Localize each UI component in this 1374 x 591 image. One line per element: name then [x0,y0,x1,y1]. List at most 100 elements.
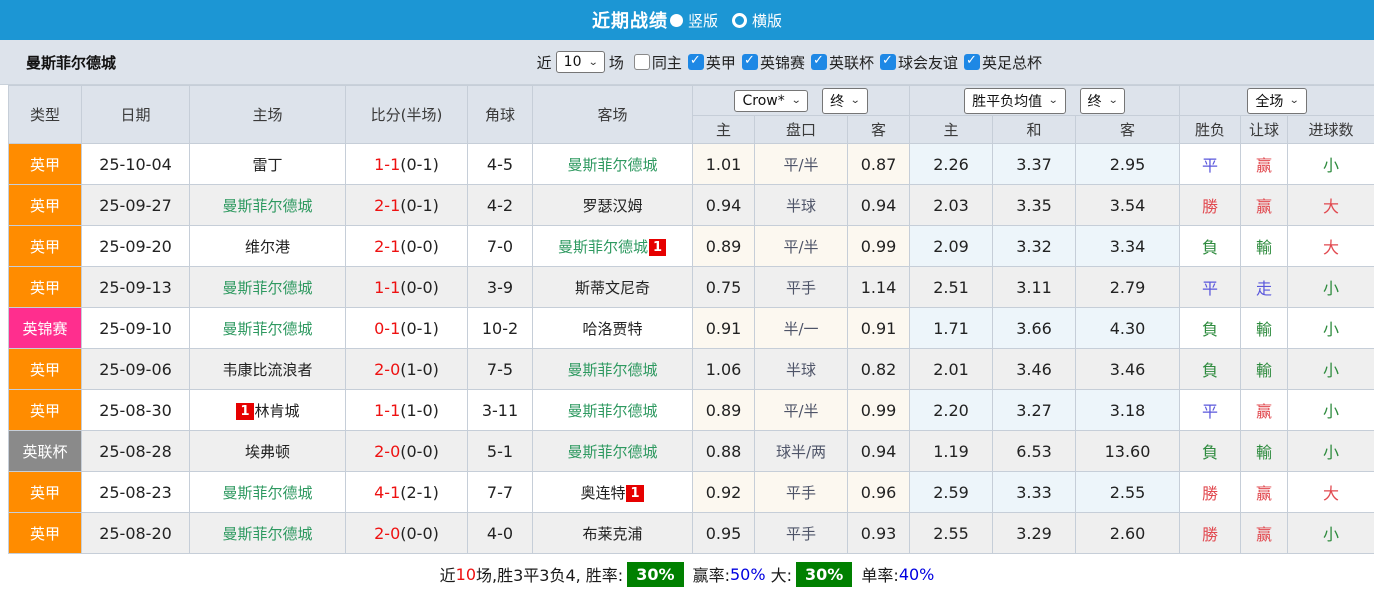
result-cell: 勝 [1179,512,1242,554]
away-team-cell: 曼斯菲尔德城 [532,430,693,472]
avg-away: 3.54 [1075,184,1181,226]
goals-cell: 大 [1287,471,1374,513]
handicap-text: 球半/两 [775,442,827,461]
goals-cell: 大 [1287,225,1374,267]
corner-count: 3-9 [467,266,533,308]
avg-type-select[interactable]: 胜平负均值 ⌄ [964,87,1066,114]
odds-home: 0.88 [692,430,755,472]
bookmaker-time-select[interactable]: 终 ⌄ [822,87,868,114]
footer-segment: 10 [455,564,476,584]
home-team-cell: 韦康比流浪者 [189,348,346,390]
odds-home: 0.92 [692,471,755,513]
team-name: 韦康比流浪者 [222,360,313,379]
odds-away: 0.94 [846,430,911,472]
score-cell: 0-1(0-1) [345,307,468,349]
team-name: 曼斯菲尔德城 [222,319,313,338]
fulltime-score: 2-0 [374,523,401,543]
col-header-odds-away: 客 [846,115,911,144]
result-cell: 平 [1179,389,1242,431]
horizontal-layout-label[interactable]: 横版 [752,10,782,31]
league-label[interactable]: 英足总杯 [982,52,1042,73]
result-cell: 負 [1179,225,1242,267]
avg-time-select[interactable]: 终 ⌄ [1079,87,1125,114]
col-header-result: 胜负 [1179,115,1242,144]
avg-draw: 3.33 [992,471,1077,513]
recent-count-value: 10 [563,54,582,70]
team-name: 罗瑟汉姆 [582,196,643,215]
goals-cell: 小 [1287,307,1374,349]
avg-draw: 3.29 [992,512,1077,554]
chevron-down-icon: ⌄ [1107,95,1118,106]
footer-segment: 50% [729,564,766,584]
odds-dropdown-group: Crow* ⌄ 终 ⌄ [691,85,911,116]
odds-handicap: 平手 [754,471,848,513]
odds-handicap: 半球 [754,184,848,226]
horizontal-layout-radio[interactable] [732,12,747,28]
result-cell: 平 [1179,266,1242,308]
col-header-avg-draw: 和 [992,115,1077,144]
match-row: 英甲 25-09-27 曼斯菲尔德城 2-1(0-1) 4-2 罗瑟汉姆 0.94 半球 0.9… [8,184,1374,226]
recent-results-panel: 近期战绩 竖版 横版 曼斯菲尔德城 近 10 ⌄ 场 同主 英甲英锦赛英联杯球会… [0,0,1374,591]
league-label[interactable]: 球会友谊 [898,52,958,73]
odds-home: 0.89 [692,389,755,431]
avg-draw: 3.35 [992,184,1077,226]
odds-away: 1.14 [846,266,911,308]
scope-select[interactable]: 全场 ⌄ [1247,87,1307,114]
result-cell: 負 [1179,348,1242,390]
recent-count-select[interactable]: 10 ⌄ [555,51,605,73]
col-header-goals: 进球数 [1287,115,1374,144]
odds-home: 0.95 [692,512,755,554]
league-checkbox[interactable] [687,53,704,70]
bookmaker-select[interactable]: Crow* ⌄ [734,89,809,112]
odds-handicap: 平/半 [754,143,848,185]
card-badge: 1 [236,402,254,420]
league-filter-group: 英甲 英锦赛 英联杯 球会友谊 英足总杯 [682,52,1042,73]
team-name: 曼斯菲尔德城 [567,360,658,379]
league-label[interactable]: 英联杯 [829,52,874,73]
away-team-cell: 罗瑟汉姆 [532,184,693,226]
match-row: 英甲 25-08-20 曼斯菲尔德城 2-0(0-0) 4-0 布莱克浦 0.95 平手 0.9… [8,512,1374,554]
score-cell: 1-1(0-0) [345,266,468,308]
odds-away: 0.99 [846,389,911,431]
odds-away: 0.82 [846,348,911,390]
avg-draw: 3.66 [992,307,1077,349]
home-team-cell: 雷丁 [189,143,346,185]
vertical-layout-radio[interactable] [669,13,683,27]
score-cell: 2-0(1-0) [345,348,468,390]
avg-home: 1.71 [909,307,994,349]
avg-away: 3.46 [1075,348,1181,390]
avg-away: 3.18 [1075,389,1181,431]
avg-away: 3.34 [1075,225,1181,267]
letball-cell: 赢 [1240,512,1289,554]
bookmaker-time-value: 终 [830,93,845,110]
vertical-layout-label[interactable]: 竖版 [688,10,718,31]
competition-badge: 英甲 [8,471,82,513]
match-date: 25-08-30 [81,389,190,431]
corner-count: 7-5 [467,348,533,390]
result-cell: 負 [1179,430,1242,472]
team-name: 曼斯菲尔德城 [222,483,313,502]
results-table: 类型 日期 主场 比分(半场) 角球 客场 Crow* ⌄ 终 ⌄ 胜平负均值 … [8,85,1374,554]
league-label[interactable]: 英锦赛 [760,52,805,73]
same-home-label[interactable]: 同主 [652,52,682,73]
footer-segment: 单率: [856,566,899,585]
match-row: 英甲 25-09-06 韦康比流浪者 2-0(1-0) 7-5 曼斯菲尔德城 1.06 半球 0… [8,348,1374,390]
competition-badge: 英甲 [8,143,82,185]
chevron-down-icon: ⌄ [1048,95,1059,106]
result-cell: 平 [1179,143,1242,185]
competition-badge: 英甲 [8,348,82,390]
card-badge: 1 [648,238,667,256]
avg-away: 13.60 [1075,430,1181,472]
league-checkbox[interactable] [963,53,980,70]
team-name: 布莱克浦 [582,524,643,543]
league-checkbox[interactable] [879,53,896,70]
same-home-checkbox[interactable] [633,54,650,70]
home-team-cell: 1 林肯城 [189,389,346,431]
col-header-odds-handicap: 盘口 [754,115,848,144]
league-checkbox[interactable] [741,53,758,70]
league-label[interactable]: 英甲 [706,52,736,73]
avg-draw: 3.37 [992,143,1077,185]
handicap-text: 半球 [785,360,816,379]
league-checkbox[interactable] [810,53,827,70]
page-title: 近期战绩 [591,11,668,32]
